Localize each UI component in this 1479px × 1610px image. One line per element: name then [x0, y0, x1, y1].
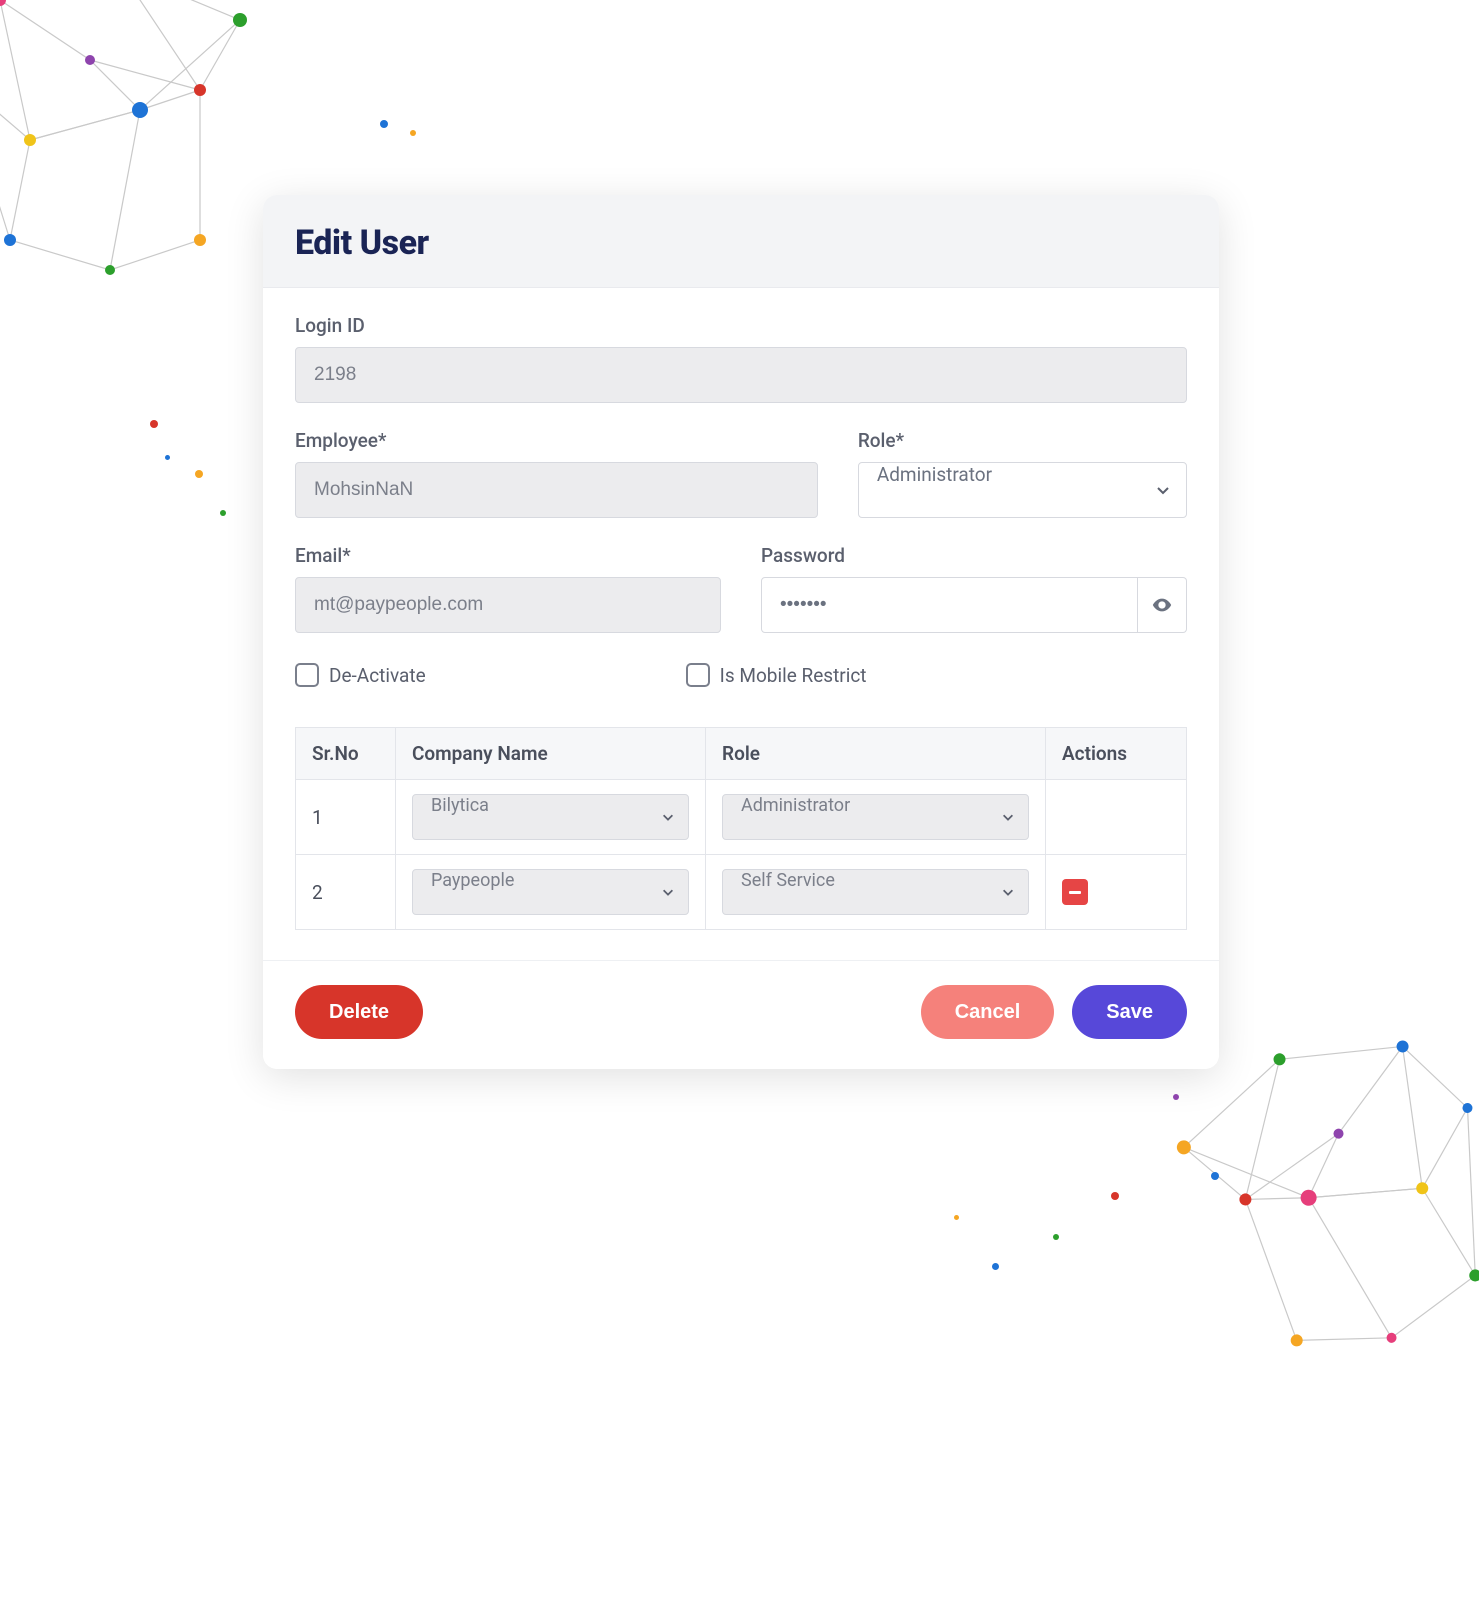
col-actions: Actions: [1046, 728, 1187, 780]
employee-label: Employee*: [295, 429, 818, 452]
decorative-dot: [1211, 1172, 1219, 1180]
toggle-password-visibility-button[interactable]: [1138, 577, 1187, 633]
table-header-row: Sr.No Company Name Role Actions: [296, 728, 1187, 780]
email-input: [295, 577, 721, 633]
cell-srno: 1: [296, 780, 396, 855]
minus-icon: [1069, 891, 1081, 894]
delete-button[interactable]: Delete: [295, 985, 423, 1039]
mobile-restrict-label: Is Mobile Restrict: [720, 664, 867, 687]
card-body: Login ID Employee* Role* Administrator: [263, 288, 1219, 960]
role-select-row2[interactable]: Self Service: [722, 869, 1029, 915]
decorative-dot: [195, 470, 203, 478]
login-id-label: Login ID: [295, 314, 1187, 337]
table-row: 2 Paypeople Self Service: [296, 855, 1187, 930]
deactivate-label: De-Activate: [329, 664, 426, 687]
role-label: Role*: [858, 429, 1187, 452]
decorative-dot: [992, 1263, 999, 1270]
cell-actions: [1046, 855, 1187, 930]
eye-icon: [1151, 594, 1173, 616]
password-label: Password: [761, 544, 1187, 567]
table-row: 1 Bilytica Administrator: [296, 780, 1187, 855]
card-footer: Delete Cancel Save: [263, 960, 1219, 1069]
email-label: Email*: [295, 544, 721, 567]
remove-row-button[interactable]: [1062, 879, 1088, 905]
company-role-table: Sr.No Company Name Role Actions 1 Bilyti…: [295, 727, 1187, 930]
decorative-dot: [1053, 1234, 1059, 1240]
page-title: Edit User: [295, 223, 1187, 263]
card-header: Edit User: [263, 195, 1219, 288]
decorative-dot: [410, 130, 416, 136]
decorative-dot: [165, 455, 170, 460]
mobile-restrict-checkbox[interactable]: [686, 663, 710, 687]
mobile-restrict-check[interactable]: Is Mobile Restrict: [686, 663, 867, 687]
company-select-row2[interactable]: Paypeople: [412, 869, 689, 915]
cancel-button[interactable]: Cancel: [921, 985, 1055, 1039]
col-company: Company Name: [396, 728, 706, 780]
deactivate-checkbox[interactable]: [295, 663, 319, 687]
decorative-dot: [1111, 1192, 1119, 1200]
col-role: Role: [706, 728, 1046, 780]
role-select-row1[interactable]: Administrator: [722, 794, 1029, 840]
deactivate-check[interactable]: De-Activate: [295, 663, 426, 687]
col-srno: Sr.No: [296, 728, 396, 780]
edit-user-card: Edit User Login ID Employee* Role* Admin…: [263, 195, 1219, 1069]
cell-srno: 2: [296, 855, 396, 930]
decorative-dot: [954, 1215, 959, 1220]
role-select[interactable]: Administrator: [858, 462, 1187, 518]
cell-actions: [1046, 780, 1187, 855]
decorative-dot: [1173, 1094, 1179, 1100]
login-id-input: [295, 347, 1187, 403]
decorative-dot: [220, 510, 226, 516]
decorative-dot: [150, 420, 158, 428]
decorative-dot: [380, 120, 388, 128]
password-input[interactable]: [761, 577, 1138, 633]
employee-input: [295, 462, 818, 518]
company-select-row1[interactable]: Bilytica: [412, 794, 689, 840]
save-button[interactable]: Save: [1072, 985, 1187, 1039]
